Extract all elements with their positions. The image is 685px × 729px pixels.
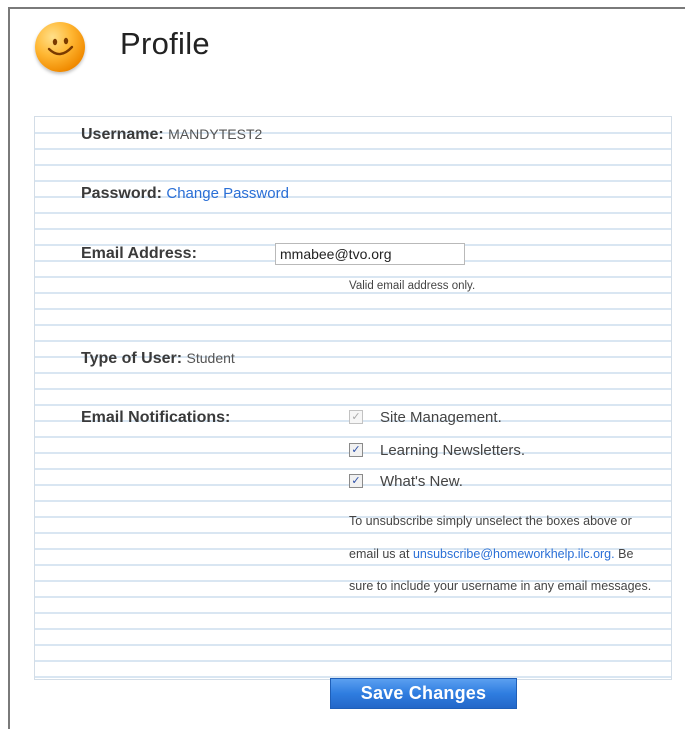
notification-whats-new[interactable]: ✓ What's New. (349, 470, 463, 492)
email-field[interactable] (275, 243, 465, 265)
email-hint: Valid email address only. (349, 280, 476, 292)
checkbox-site-management[interactable]: ✓ (349, 410, 363, 424)
notifications-label: Email Notifications: (81, 409, 231, 426)
window-top-border (8, 7, 685, 9)
checkbox-label: Learning Newsletters. (380, 441, 526, 459)
email-label: Email Address: (81, 245, 197, 262)
notification-learning-newsletters[interactable]: ✓ Learning Newsletters. (349, 439, 525, 461)
username-value: MANDYTEST2 (168, 126, 263, 142)
profile-panel: Username: MANDYTEST2 Password: Change Pa… (34, 116, 672, 680)
page-title: Profile (120, 26, 210, 61)
username-label: Username: (81, 126, 164, 143)
notification-site-management[interactable]: ✓ Site Management. (349, 406, 502, 428)
unsubscribe-email-link[interactable]: unsubscribe@homeworkhelp.ilc.org. (413, 547, 615, 561)
change-password-link[interactable]: Change Password (166, 185, 289, 202)
smiley-face-icon (35, 22, 85, 72)
checkbox-label: What's New. (380, 472, 463, 490)
password-label: Password: (81, 185, 162, 202)
unsubscribe-note: To unsubscribe simply unselect the boxes… (349, 505, 659, 603)
checkbox-learning-newsletters[interactable]: ✓ (349, 443, 363, 457)
email-row: Email Address: (81, 243, 465, 265)
password-row: Password: Change Password (81, 185, 289, 203)
user-type-label: Type of User: (81, 350, 183, 367)
checkbox-label: Site Management. (380, 408, 502, 426)
username-row: Username: MANDYTEST2 (81, 126, 262, 144)
save-changes-button[interactable]: Save Changes (330, 678, 517, 709)
notifications-row: Email Notifications: (81, 409, 230, 427)
window-left-border (8, 7, 10, 729)
checkbox-whats-new[interactable]: ✓ (349, 474, 363, 488)
user-type-value: Student (186, 350, 235, 366)
user-type-row: Type of User: Student (81, 350, 235, 368)
